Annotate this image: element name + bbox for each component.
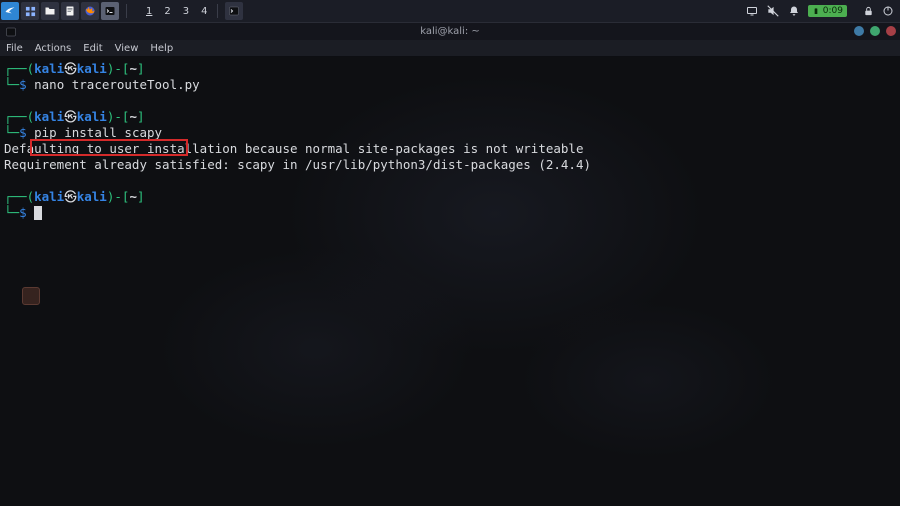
power-icon[interactable]: [882, 5, 894, 17]
output-line: Requirement already satisfied: scapy in …: [4, 157, 896, 173]
window-minimize-button[interactable]: [854, 26, 864, 36]
workspace-2[interactable]: 2: [161, 6, 173, 17]
menu-file[interactable]: File: [6, 43, 23, 54]
window-list[interactable]: [21, 2, 39, 20]
battery-indicator[interactable]: 0:09: [808, 5, 847, 17]
window-app-icon: [4, 25, 18, 39]
prompt-line-bottom: └─$: [4, 205, 896, 221]
workspace-4[interactable]: 4: [198, 6, 210, 17]
command-text: nano tracerouteTool.py: [34, 77, 200, 92]
battery-time: 0:09: [823, 6, 843, 16]
prompt-line-bottom: └─$ nano tracerouteTool.py: [4, 77, 896, 93]
monitor-icon[interactable]: [746, 5, 758, 17]
blank-line: [4, 173, 896, 189]
desktop-icon[interactable]: [22, 287, 40, 305]
menu-actions[interactable]: Actions: [35, 43, 72, 54]
command-text: pip install scapy: [34, 125, 162, 140]
panel-left: 1 2 3 4: [0, 0, 244, 22]
window-maximize-button[interactable]: [870, 26, 880, 36]
kali-menu[interactable]: [1, 2, 19, 20]
bell-icon[interactable]: [788, 5, 800, 17]
desktop-icon-glyph: [22, 287, 40, 305]
terminal-window-task[interactable]: [225, 2, 243, 20]
xfce-panel: 1 2 3 4 0:09: [0, 0, 900, 22]
lock-icon[interactable]: [863, 6, 874, 17]
window-buttons: [854, 26, 896, 36]
workspace-1[interactable]: 1: [143, 6, 155, 17]
workspace-3[interactable]: 3: [180, 6, 192, 17]
prompt-line-top: ┌──(kali㉿kali)-[~]: [4, 61, 896, 77]
menu-help[interactable]: Help: [150, 43, 173, 54]
menu-edit[interactable]: Edit: [83, 43, 102, 54]
window-title: kali@kali: ~: [420, 26, 480, 37]
prompt-line-top: ┌──(kali㉿kali)-[~]: [4, 189, 896, 205]
terminal-cursor: [34, 206, 42, 220]
audio-muted-icon[interactable]: [766, 4, 780, 18]
files[interactable]: [41, 2, 59, 20]
editor[interactable]: [61, 2, 79, 20]
blank-line: [4, 93, 896, 109]
menu-view[interactable]: View: [115, 43, 139, 54]
prompt-line-bottom: └─$ pip install scapy: [4, 125, 896, 141]
window-close-button[interactable]: [886, 26, 896, 36]
workspace-switcher: 1 2 3 4: [143, 6, 211, 17]
terminal-task[interactable]: [101, 2, 119, 20]
prompt-line-top: ┌──(kali㉿kali)-[~]: [4, 109, 896, 125]
panel-divider: [126, 4, 127, 18]
window-titlebar[interactable]: kali@kali: ~: [0, 22, 900, 40]
terminal-menubar: File Actions Edit View Help: [0, 40, 900, 57]
firefox[interactable]: [81, 2, 99, 20]
panel-right: 0:09: [746, 0, 900, 22]
output-line: Defaulting to user installation because …: [4, 141, 896, 157]
terminal-body[interactable]: ┌──(kali㉿kali)-[~]└─$ nano tracerouteToo…: [0, 57, 900, 506]
panel-divider: [217, 4, 218, 18]
